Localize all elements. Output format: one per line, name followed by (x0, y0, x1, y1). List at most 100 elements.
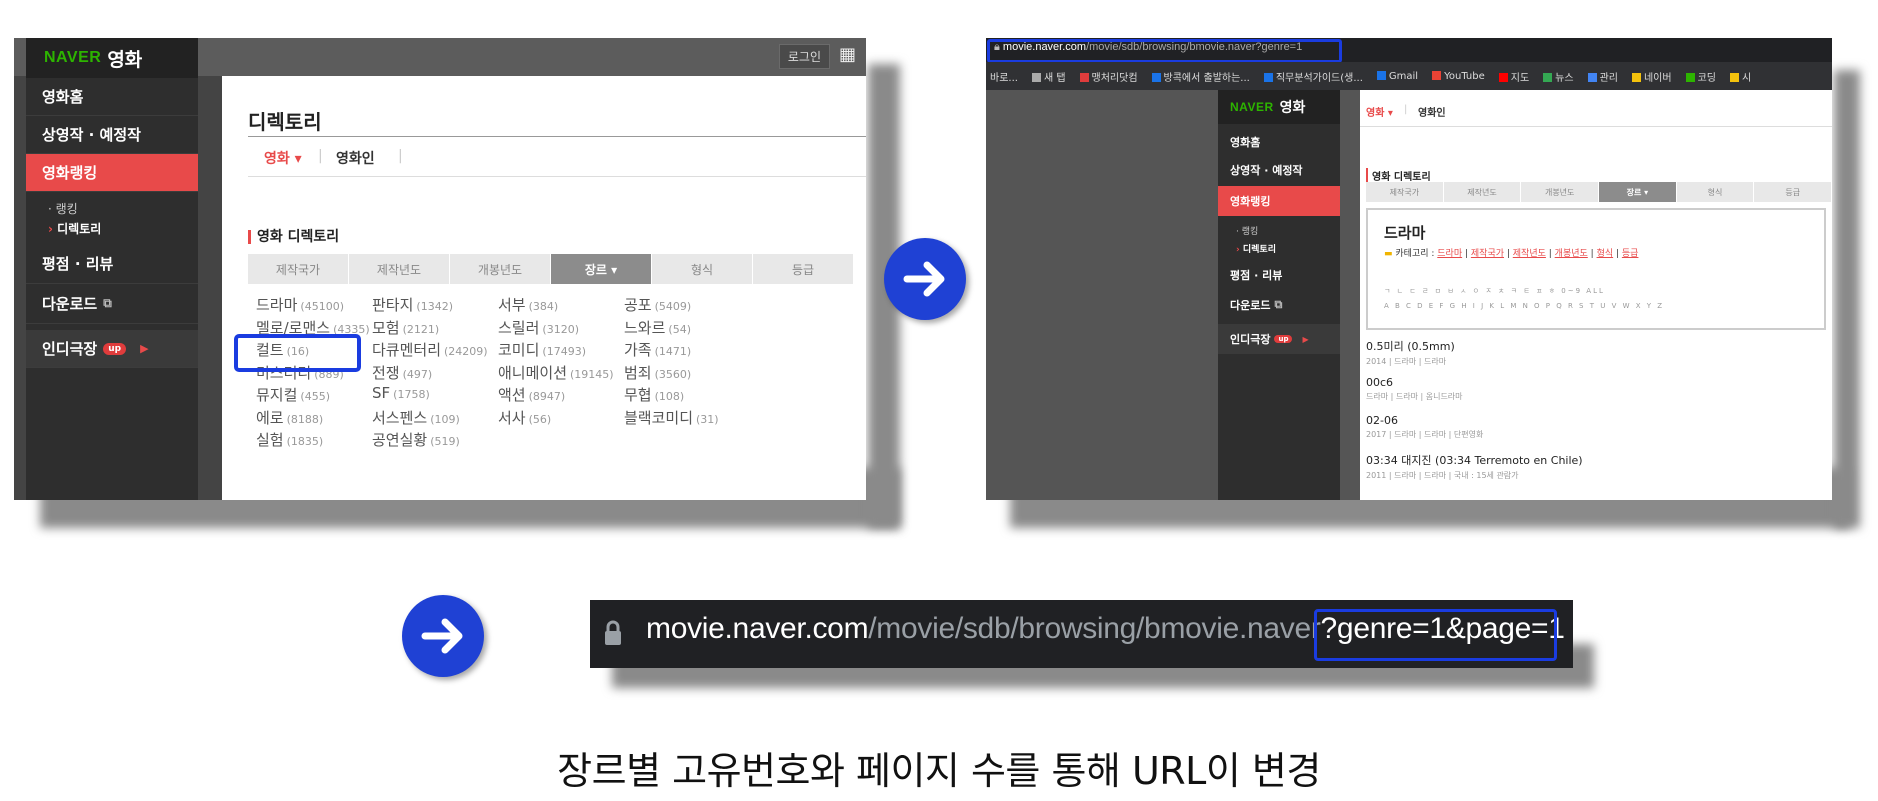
nav-movie-home[interactable]: 영화홈 (26, 78, 198, 116)
bookmark-item[interactable]: Gmail (1376, 71, 1418, 82)
filter-tab-country[interactable]: 제작국가 (248, 254, 349, 284)
sub-ranking[interactable]: · 랭킹 (48, 200, 78, 217)
category-link[interactable]: 형식 (1597, 249, 1614, 259)
genre-info-box: 드라마 ▬ 카테고리 : 드라마 | 제작국가 | 제작년도 | 개봉년도 | … (1366, 208, 1826, 330)
genre-link[interactable]: 모험 (2121) (372, 317, 439, 338)
movie-title[interactable]: 00c6 (1366, 376, 1463, 389)
bookmark-item[interactable]: 시 (1730, 69, 1751, 84)
list-item[interactable]: 0.5미리 (0.5mm) 2014 | 드라마 | 드라마 (1366, 338, 1455, 367)
nav-showing[interactable]: 상영작 · 예정작 (26, 116, 198, 154)
category-link[interactable]: 등급 (1622, 249, 1639, 259)
genre-link[interactable]: 서부 (384) (498, 294, 558, 315)
bookmark-item[interactable]: 직무분석가이드(생... (1263, 69, 1363, 84)
chevron-right-icon: ▶ (1302, 334, 1309, 344)
nav-reviews[interactable]: 평점 · 리뷰 (1218, 260, 1340, 290)
nav-indie[interactable]: 인디극장 up ▶ (26, 330, 198, 368)
category-link[interactable]: 제작년도 (1513, 249, 1546, 259)
bookmark-label: 방콕에서 출발하는... (1163, 72, 1250, 84)
tab-people[interactable]: 영화인 (1418, 104, 1446, 119)
genre-link[interactable]: 실험 (1835) (256, 429, 323, 450)
genre-link[interactable]: 무협 (108) (624, 384, 684, 405)
nav-download[interactable]: 다운로드 ⧉ (1218, 290, 1340, 320)
nav-showing[interactable]: 상영작 · 예정작 (1218, 156, 1340, 184)
bookmark-item[interactable]: 바로... (990, 69, 1018, 84)
genre-link[interactable]: 서스펜스 (109) (372, 407, 460, 428)
login-button[interactable]: 로그인 (778, 44, 830, 69)
movie-title[interactable]: 03:34 대지진 (03:34 Terremoto en Chile) (1366, 452, 1583, 468)
genre-link[interactable]: 애니메이션 (19145) (498, 362, 614, 383)
genre-link[interactable]: 뮤지컬 (455) (256, 384, 330, 405)
genre-link[interactable]: 느와르 (54) (624, 317, 691, 338)
genre-link[interactable]: 범죄 (3560) (624, 362, 691, 383)
genre-count: (31) (696, 412, 719, 426)
filter-tab-genre[interactable]: 장르 ▾ (1599, 182, 1677, 202)
bookmark-label: 시 (1742, 72, 1752, 84)
bookmark-item[interactable]: 코딩 (1685, 69, 1716, 84)
sub-ranking[interactable]: · 랭킹 (1236, 224, 1258, 237)
lock-icon (605, 620, 621, 645)
category-link[interactable]: 개봉년도 (1555, 249, 1588, 259)
bookmark-item[interactable]: 네이버 (1631, 69, 1672, 84)
genre-link[interactable]: SF (1758) (372, 384, 430, 402)
movie-logo-text: 영화 (107, 48, 143, 71)
category-link[interactable]: 드라마 (1437, 249, 1462, 259)
bookmark-item[interactable]: YouTube (1432, 71, 1485, 82)
query-highlight-box (1314, 609, 1557, 661)
genre-link[interactable]: 서사 (56) (498, 407, 551, 428)
nav-ranking[interactable]: 영화랭킹 (1218, 186, 1340, 216)
filter-tab-format[interactable]: 형식 (652, 254, 753, 284)
genre-link[interactable]: 에로 (8188) (256, 407, 323, 428)
divider (248, 136, 866, 137)
filter-tab-release-year[interactable]: 개봉년도 (1521, 182, 1600, 202)
bookmark-item[interactable]: 새 탭 (1031, 69, 1066, 84)
nav-label: 평점 · 리뷰 (42, 255, 114, 273)
tab-movie[interactable]: 영화 ▾ (1366, 104, 1393, 119)
genre-link[interactable]: 판타지 (1342) (372, 294, 453, 315)
sub-directory[interactable]: › 디렉토리 (1236, 242, 1276, 255)
alpha-index-row[interactable]: A B C D E F G H I J K L M N O P Q R S T … (1384, 302, 1664, 310)
bookmark-item[interactable]: 관리 (1587, 69, 1618, 84)
genre-link[interactable]: 가족 (1471) (624, 339, 691, 360)
filter-tab-production-year[interactable]: 제작년도 (349, 254, 450, 284)
genre-link[interactable]: 액션 (8947) (498, 384, 565, 405)
genre-link[interactable]: 스릴러 (3120) (498, 317, 579, 338)
genre-link[interactable]: 다큐멘터리 (24209) (372, 339, 488, 360)
nav-ranking[interactable]: 영화랭킹 (26, 154, 198, 192)
bookmark-item[interactable]: 뉴스 (1543, 69, 1574, 84)
korean-index-row[interactable]: ㄱ ㄴ ㄷ ㄹ ㅁ ㅂ ㅅ ㅇ ㅈ ㅊ ㅋ ㅌ ㅍ ㅎ 0~9 ALL (1384, 286, 1605, 296)
bookmark-item[interactable]: 방콕에서 출발하는... (1151, 69, 1250, 84)
nav-indie[interactable]: 인디극장 up ▶ (1218, 324, 1340, 354)
filter-tab-release-year[interactable]: 개봉년도 (450, 254, 551, 284)
genre-link[interactable]: 드라마 (45100) (256, 294, 344, 315)
movie-title[interactable]: 0.5미리 (0.5mm) (1366, 338, 1455, 354)
genre-link[interactable]: 공포 (5409) (624, 294, 691, 315)
url-bar-screenshot[interactable]: movie.naver.com/movie/sdb/browsing/bmovi… (590, 600, 1573, 668)
tab-people[interactable]: 영화인 (336, 148, 375, 168)
filter-tab-genre[interactable]: 장르 ▾ (551, 254, 652, 284)
bookmark-item[interactable]: 맹처리닷컴 (1079, 69, 1138, 84)
app-grid-icon[interactable]: ▦ (839, 44, 856, 65)
sub-directory[interactable]: › 디렉토리 (48, 220, 101, 237)
naver-movie-logo[interactable]: NAVER 영화 (1218, 90, 1340, 124)
bookmark-item[interactable]: 지도 (1498, 69, 1529, 84)
filter-tab-rating[interactable]: 등급 (1754, 182, 1832, 202)
list-item[interactable]: 03:34 대지진 (03:34 Terremoto en Chile) 2011… (1366, 452, 1583, 481)
genre-link[interactable]: 코미디 (17493) (498, 339, 586, 360)
nav-reviews[interactable]: 평점 · 리뷰 (26, 244, 198, 284)
filter-tab-format[interactable]: 형식 (1677, 182, 1755, 202)
nav-download[interactable]: 다운로드 ⧉ (26, 284, 198, 324)
nav-movie-home[interactable]: 영화홈 (1218, 128, 1340, 156)
filter-tab-country[interactable]: 제작국가 (1366, 182, 1444, 202)
genre-link[interactable]: 블랙코미디 (31) (624, 407, 719, 428)
genre-link[interactable]: 전쟁 (497) (372, 362, 432, 383)
list-item[interactable]: 02-06 2017 | 드라마 | 드라마 | 단편영화 (1366, 414, 1483, 440)
category-link[interactable]: 제작국가 (1471, 249, 1504, 259)
movie-title[interactable]: 02-06 (1366, 414, 1483, 427)
tab-movie[interactable]: 영화 ▾ (264, 148, 302, 168)
list-item[interactable]: 00c6 드라마 | 드라마 | 옴니드라마 (1366, 376, 1463, 402)
genre-link[interactable]: 공연실황 (519) (372, 429, 460, 450)
address-bar[interactable]: 🔒︎ movie.naver.com/movie/sdb/browsing/bm… (986, 38, 1832, 63)
filter-tab-rating[interactable]: 등급 (753, 254, 854, 284)
filter-tab-production-year[interactable]: 제작년도 (1444, 182, 1522, 202)
naver-movie-logo[interactable]: NAVER 영화 (26, 38, 198, 78)
